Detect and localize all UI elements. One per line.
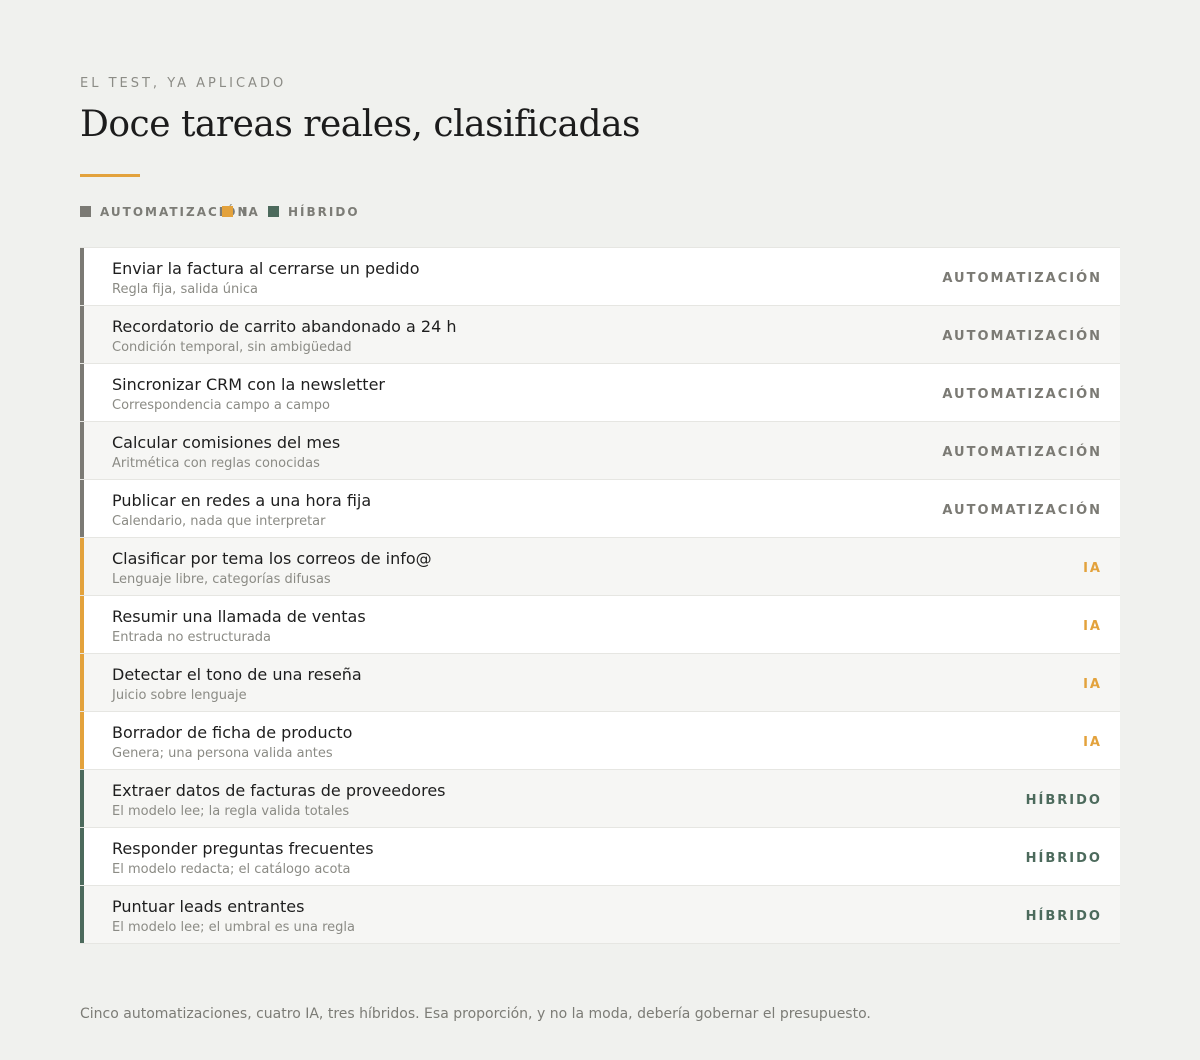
task-row: Publicar en redes a una hora fija Calenda… [80, 480, 1120, 538]
category-bar [80, 596, 84, 653]
category-bar [80, 422, 84, 479]
category-tag: IA [1083, 677, 1102, 692]
task-title: Sincronizar CRM con la newsletter [112, 375, 385, 394]
category-bar [80, 538, 84, 595]
task-subtitle: Calendario, nada que interpretar [112, 514, 326, 529]
task-title: Recordatorio de carrito abandonado a 24 … [112, 317, 457, 336]
category-tag: IA [1083, 561, 1102, 576]
task-title: Puntuar leads entrantes [112, 897, 305, 916]
category-tag: AUTOMATIZACIÓN [942, 445, 1102, 460]
task-row: Calcular comisiones del mes Aritmética co… [80, 422, 1120, 480]
category-tag: AUTOMATIZACIÓN [942, 387, 1102, 402]
task-row: Detectar el tono de una reseña Juicio sob… [80, 654, 1120, 712]
task-row: Responder preguntas frecuentes El modelo … [80, 828, 1120, 886]
category-tag: HÍBRIDO [1025, 793, 1102, 808]
task-row: Resumir una llamada de ventas Entrada no … [80, 596, 1120, 654]
task-title: Responder preguntas frecuentes [112, 839, 374, 858]
category-bar [80, 770, 84, 827]
category-tag: HÍBRIDO [1025, 851, 1102, 866]
task-title: Publicar en redes a una hora fija [112, 491, 372, 510]
task-title: Borrador de ficha de producto [112, 723, 353, 742]
task-title: Enviar la factura al cerrarse un pedido [112, 259, 420, 278]
task-subtitle: El modelo redacta; el catálogo acota [112, 862, 351, 877]
task-list: Enviar la factura al cerrarse un pedido R… [80, 247, 1120, 944]
task-subtitle: Genera; una persona valida antes [112, 746, 333, 761]
task-subtitle: Entrada no estructurada [112, 630, 272, 645]
category-tag: AUTOMATIZACIÓN [942, 503, 1102, 518]
task-subtitle: El modelo lee; la regla valida totales [112, 804, 350, 819]
task-row: Clasificar por tema los correos de info@… [80, 538, 1120, 596]
task-subtitle: Regla fija, salida única [112, 282, 258, 297]
task-subtitle: Aritmética con reglas conocidas [112, 456, 320, 471]
task-subtitle: Lenguaje libre, categorías difusas [112, 572, 331, 587]
task-row: Extraer datos de facturas de proveedores… [80, 770, 1120, 828]
task-title: Calcular comisiones del mes [112, 433, 341, 452]
category-tag: HÍBRIDO [1025, 909, 1102, 924]
task-row: Borrador de ficha de producto Genera; una… [80, 712, 1120, 770]
category-bar [80, 306, 84, 363]
task-row: Sincronizar CRM con la newsletter Corresp… [80, 364, 1120, 422]
footer-note: Cinco automatizaciones, cuatro IA, tres … [80, 1006, 871, 1022]
category-tag: AUTOMATIZACIÓN [942, 271, 1102, 286]
task-subtitle: Correspondencia campo a campo [112, 398, 330, 413]
task-row: Recordatorio de carrito abandonado a 24 … [80, 306, 1120, 364]
legend-swatch-ai [222, 206, 233, 217]
legend-swatch-automation [80, 206, 91, 217]
category-tag: IA [1083, 619, 1102, 634]
task-row: Puntuar leads entrantes El modelo lee; el… [80, 886, 1120, 944]
legend-swatch-hybrid [268, 206, 279, 217]
task-subtitle: Condición temporal, sin ambigüedad [112, 340, 352, 355]
category-tag: IA [1083, 735, 1102, 750]
category-bar [80, 828, 84, 885]
task-title: Clasificar por tema los correos de info@ [112, 549, 432, 568]
task-title: Resumir una llamada de ventas [112, 607, 366, 626]
legend-label-ai: IA [242, 205, 260, 219]
title-accent-rule [80, 174, 140, 177]
legend-label-hybrid: HÍBRIDO [288, 205, 360, 219]
task-row: Enviar la factura al cerrarse un pedido R… [80, 248, 1120, 306]
category-bar [80, 886, 84, 943]
task-title: Extraer datos de facturas de proveedores [112, 781, 446, 800]
category-bar [80, 712, 84, 769]
task-subtitle: Juicio sobre lenguaje [112, 688, 247, 703]
category-bar [80, 248, 84, 305]
category-bar [80, 480, 84, 537]
category-bar [80, 364, 84, 421]
task-title: Detectar el tono de una reseña [112, 665, 362, 684]
eyebrow-label: EL TEST, YA APLICADO [80, 76, 287, 91]
category-tag: AUTOMATIZACIÓN [942, 329, 1102, 344]
category-bar [80, 654, 84, 711]
task-subtitle: El modelo lee; el umbral es una regla [112, 920, 355, 935]
page: EL TEST, YA APLICADO Doce tareas reales,… [0, 0, 1200, 1060]
page-title: Doce tareas reales, clasificadas [80, 104, 641, 145]
